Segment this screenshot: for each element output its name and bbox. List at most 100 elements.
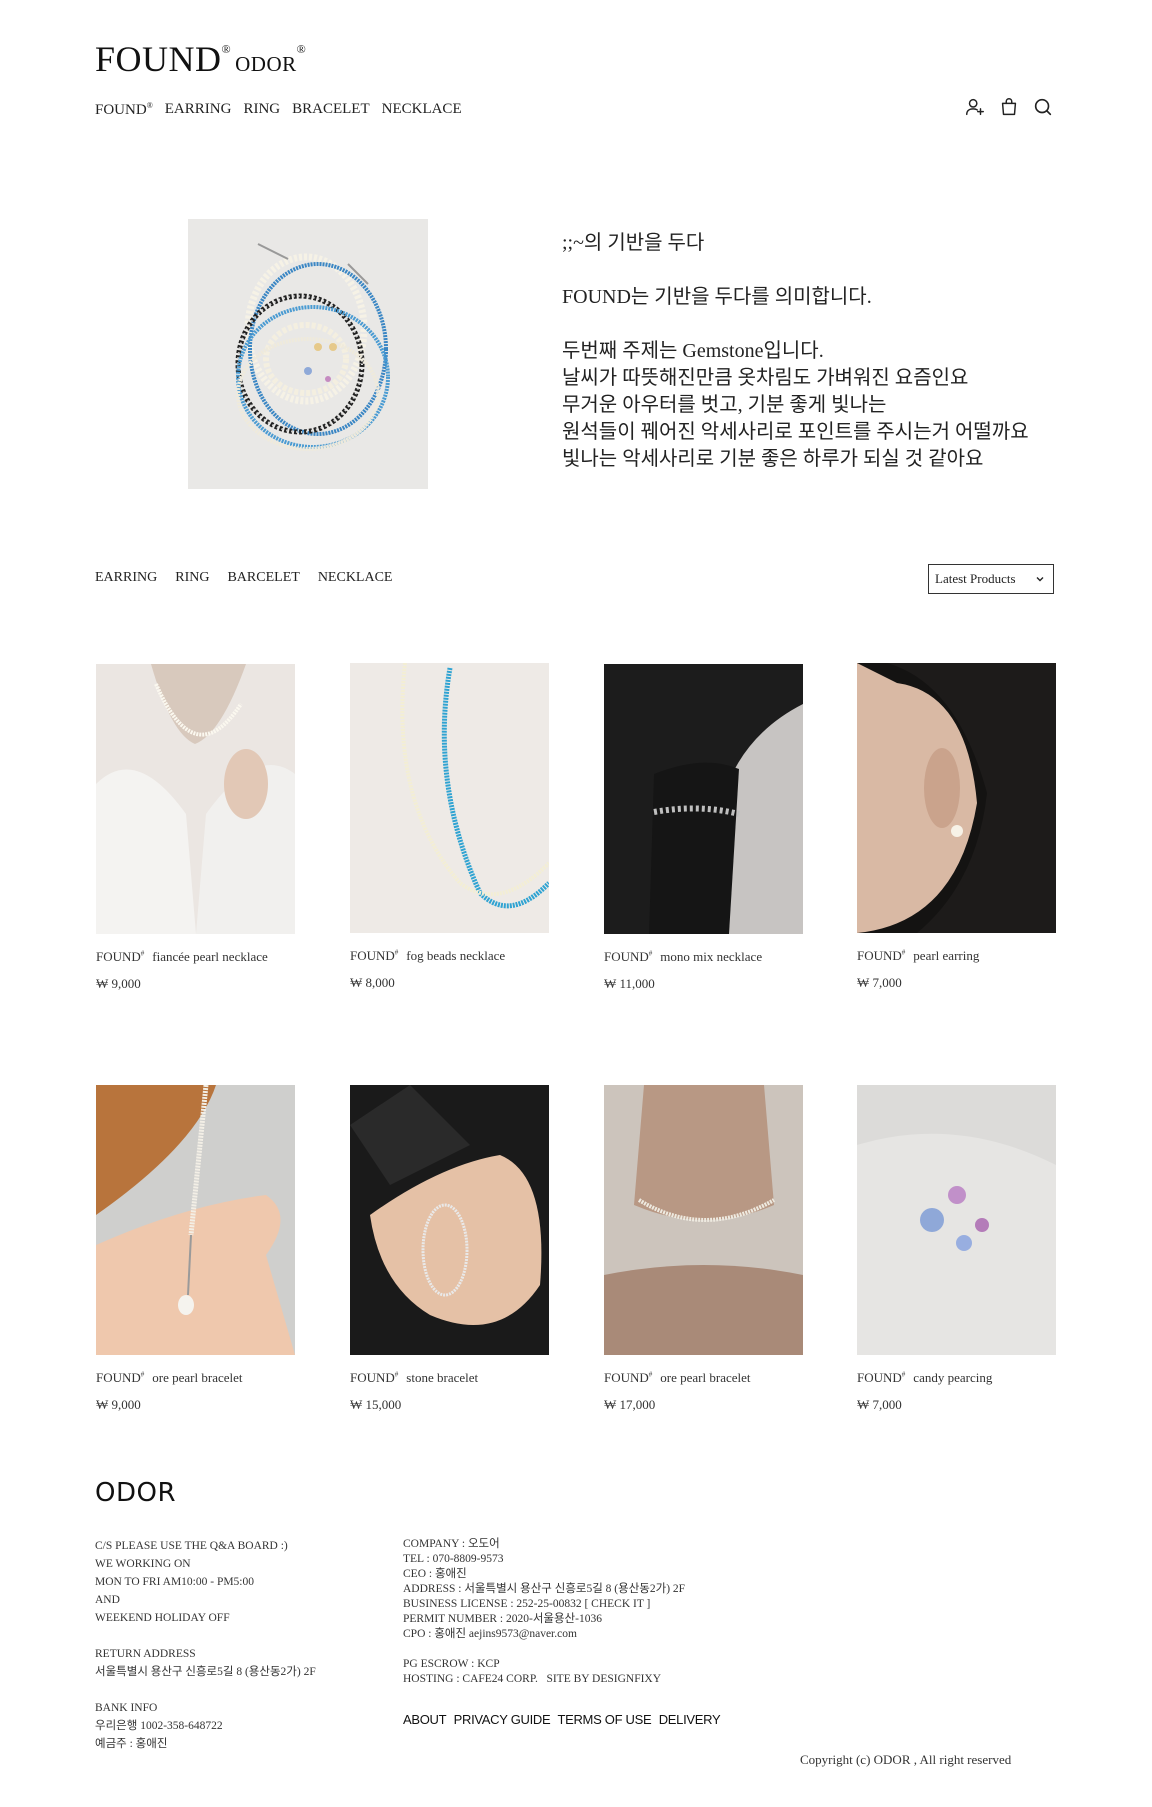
user-add-icon[interactable] xyxy=(964,96,986,118)
product-title: fog beads necklace xyxy=(406,948,506,963)
product-image[interactable] xyxy=(604,664,803,934)
product-card[interactable]: FOUND# pearl earring ₩ 7,000 xyxy=(857,663,1057,991)
product-brand: FOUND xyxy=(96,1370,141,1385)
footer-text: ADDRESS : 서울특별시 용산구 신흥로5길 8 (용산동2가) 2F xyxy=(403,1583,686,1595)
intro-line: 두번째 주제는 Gemstone입니다. xyxy=(562,340,824,362)
product-card[interactable]: FOUND# stone bracelet ₩ 15,000 xyxy=(350,1085,550,1413)
nav-item-ring[interactable]: RING xyxy=(243,101,280,119)
product-title: pearl earring xyxy=(913,948,980,963)
copyright: Copyright (c) ODOR , All right reserved xyxy=(800,1752,1012,1767)
product-name[interactable]: FOUND# fiancée pearl necklace xyxy=(96,949,296,965)
product-price: ₩ 11,000 xyxy=(604,976,655,991)
footer-text: CEO : 홍애진 xyxy=(403,1568,467,1580)
footer-company-info: COMPANY : 오도어 TEL : 070-8809-9573 CEO : … xyxy=(403,1537,803,1687)
product-name[interactable]: FOUND# stone bracelet xyxy=(350,1370,550,1386)
nav-item-mark: ® xyxy=(146,101,153,110)
logo-mark: ® xyxy=(221,42,232,56)
product-image[interactable] xyxy=(96,664,295,934)
site-logo[interactable]: FOUND®ODOR® xyxy=(95,38,306,80)
product-card[interactable]: FOUND# ore pearl bracelet ₩ 17,000 xyxy=(604,1085,804,1413)
footer-text: BUSINESS LICENSE : 252-25-00832 [ CHECK … xyxy=(403,1598,651,1610)
product-title: candy pearcing xyxy=(913,1370,993,1385)
product-card[interactable]: FOUND# fiancée pearl necklace ₩ 9,000 xyxy=(96,664,296,992)
product-price: ₩ 8,000 xyxy=(350,975,395,990)
product-name[interactable]: FOUND# ore pearl bracelet xyxy=(604,1370,804,1386)
product-price: ₩ 7,000 xyxy=(857,975,902,990)
footer-text: HOSTING : CAFE24 CORP. SITE BY DESIGNFIX… xyxy=(403,1673,662,1685)
product-card[interactable]: FOUND# fog beads necklace ₩ 8,000 xyxy=(350,663,550,991)
nav-item-found[interactable]: FOUND® xyxy=(95,101,153,119)
footer-link-privacy-guide[interactable]: PRIVACY GUIDE xyxy=(454,1712,551,1727)
footer-text: C/S PLEASE USE THE Q&A BOARD :) xyxy=(95,1540,288,1552)
footer-text: 예금주 : 홍애진 xyxy=(95,1738,168,1750)
product-card[interactable]: FOUND# candy pearcing ₩ 7,000 xyxy=(857,1085,1057,1413)
shopping-bag-icon[interactable] xyxy=(998,96,1020,118)
product-brand-mark: # xyxy=(140,1370,145,1379)
product-image[interactable] xyxy=(350,663,549,933)
product-title: ore pearl bracelet xyxy=(152,1370,243,1385)
product-card[interactable]: FOUND# ore pearl bracelet ₩ 9,000 xyxy=(96,1085,296,1413)
product-brand-mark: # xyxy=(648,949,653,958)
footer-text: TEL : 070-8809-9573 xyxy=(403,1553,504,1565)
product-image[interactable] xyxy=(857,663,1056,933)
footer-logo[interactable]: ODOR xyxy=(95,1478,176,1508)
footer-text: CPO : 홍애진 aejins9573@naver.com xyxy=(403,1628,577,1640)
logo-sub-mark: ® xyxy=(296,42,307,56)
intro-line: FOUND는 기반을 두다를 의미합니다. xyxy=(562,286,872,308)
product-brand: FOUND xyxy=(857,1370,902,1385)
intro-text: ;;~의 기반을 두다 FOUND는 기반을 두다를 의미합니다. 두번째 주제… xyxy=(562,230,1082,473)
footer-link-delivery[interactable]: DELIVERY xyxy=(659,1712,721,1727)
product-brand: FOUND xyxy=(350,1370,395,1385)
footer-text: RETURN ADDRESS xyxy=(95,1648,196,1660)
footer-link-about[interactable]: ABOUT xyxy=(403,1712,447,1727)
product-title: mono mix necklace xyxy=(660,949,763,964)
product-name[interactable]: FOUND# ore pearl bracelet xyxy=(96,1370,296,1386)
product-name[interactable]: FOUND# pearl earring xyxy=(857,948,1057,964)
footer-text: 서울특별시 용산구 신흥로5길 8 (용산동2가) 2F xyxy=(95,1666,316,1678)
product-image[interactable] xyxy=(350,1085,549,1355)
footer-link-terms-of-use[interactable]: TERMS OF USE xyxy=(557,1712,651,1727)
product-image[interactable] xyxy=(96,1085,295,1355)
necklaces-photo xyxy=(188,219,428,489)
filter-ring[interactable]: RING xyxy=(175,570,209,586)
product-price: ₩ 9,000 xyxy=(96,1397,141,1412)
nav-item-necklace[interactable]: NECKLACE xyxy=(382,101,462,119)
filter-barcelet[interactable]: BARCELET xyxy=(227,570,299,586)
product-image[interactable] xyxy=(857,1085,1056,1355)
intro-line: 빛나는 악세사리로 기분 좋은 하루가 되실 것 같아요 xyxy=(562,448,984,470)
intro-line: 날씨가 따뜻해진만큼 옷차림도 가벼워진 요즘인요 xyxy=(562,367,969,389)
nav-item-earring[interactable]: EARRING xyxy=(165,101,232,119)
product-brand-mark: # xyxy=(648,1370,653,1379)
product-brand-mark: # xyxy=(394,948,399,957)
logo-main: FOUND xyxy=(95,39,222,79)
product-card[interactable]: FOUND# mono mix necklace ₩ 11,000 xyxy=(604,664,804,992)
product-price: ₩ 17,000 xyxy=(604,1397,656,1412)
sort-selected-value: Latest Products xyxy=(935,571,1016,586)
intro-line: 무거운 아우터를 벗고, 기분 좋게 빛나는 xyxy=(562,394,887,416)
category-filter: EARRING RING BARCELET NECKLACE xyxy=(95,570,392,586)
product-price: ₩ 9,000 xyxy=(96,976,141,991)
filter-necklace[interactable]: NECKLACE xyxy=(318,570,393,586)
filter-earring[interactable]: EARRING xyxy=(95,570,157,586)
footer-cs-info: C/S PLEASE USE THE Q&A BOARD :) WE WORKI… xyxy=(95,1537,395,1753)
product-name[interactable]: FOUND# fog beads necklace xyxy=(350,948,550,964)
product-price: ₩ 7,000 xyxy=(857,1397,902,1412)
product-brand: FOUND xyxy=(96,949,141,964)
product-name[interactable]: FOUND# candy pearcing xyxy=(857,1370,1057,1386)
footer-text: AND xyxy=(95,1594,120,1606)
top-nav: FOUND® EARRING RING BRACELET NECKLACE xyxy=(95,101,462,119)
intro-line: 원석들이 꿰어진 악세사리로 포인트를 주시는거 어떨까요 xyxy=(562,421,1029,443)
product-image[interactable] xyxy=(604,1085,803,1355)
sort-select[interactable]: Latest Products xyxy=(928,564,1054,594)
product-name[interactable]: FOUND# mono mix necklace xyxy=(604,949,804,965)
intro-image xyxy=(188,219,428,489)
footer-links: ABOUT PRIVACY GUIDE TERMS OF USE DELIVER… xyxy=(403,1712,724,1727)
chevron-down-icon xyxy=(1036,577,1044,582)
header-icons xyxy=(964,96,1054,118)
nav-item-bracelet[interactable]: BRACELET xyxy=(292,101,370,119)
footer-text: PG ESCROW : KCP xyxy=(403,1658,500,1670)
footer-text: MON TO FRI AM10:00 - PM5:00 xyxy=(95,1576,255,1588)
search-icon[interactable] xyxy=(1032,96,1054,118)
footer-text: BANK INFO xyxy=(95,1702,158,1714)
product-brand-mark: # xyxy=(140,949,145,958)
